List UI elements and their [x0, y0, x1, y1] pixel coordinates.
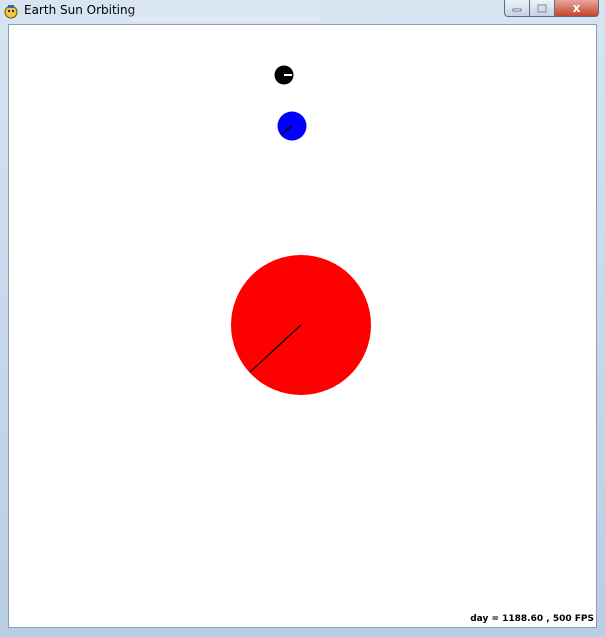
- window-controls: x: [504, 0, 599, 18]
- status-hud: day = 1188.60 , 500 FPS: [470, 614, 594, 624]
- minimize-button[interactable]: [504, 0, 530, 17]
- caption-blur: [130, 0, 320, 22]
- window-title: Earth Sun Orbiting: [24, 3, 136, 17]
- day-readout: day = 1188.60 , 500: [470, 614, 572, 624]
- maximize-button[interactable]: [530, 0, 555, 17]
- orbit-scene: [231, 65, 371, 395]
- fps-label: FPS: [574, 614, 594, 624]
- minimize-icon: [512, 8, 522, 12]
- simulation-canvas[interactable]: day = 1188.60 , 500 FPS: [8, 24, 597, 628]
- close-button[interactable]: x: [555, 0, 599, 17]
- title-bar[interactable]: Earth Sun Orbiting x: [0, 0, 605, 23]
- close-icon: x: [572, 1, 581, 15]
- app-icon: [4, 5, 18, 19]
- app-window: Earth Sun Orbiting x day = 1188.60 , 500…: [0, 0, 605, 637]
- maximize-icon: [537, 4, 547, 12]
